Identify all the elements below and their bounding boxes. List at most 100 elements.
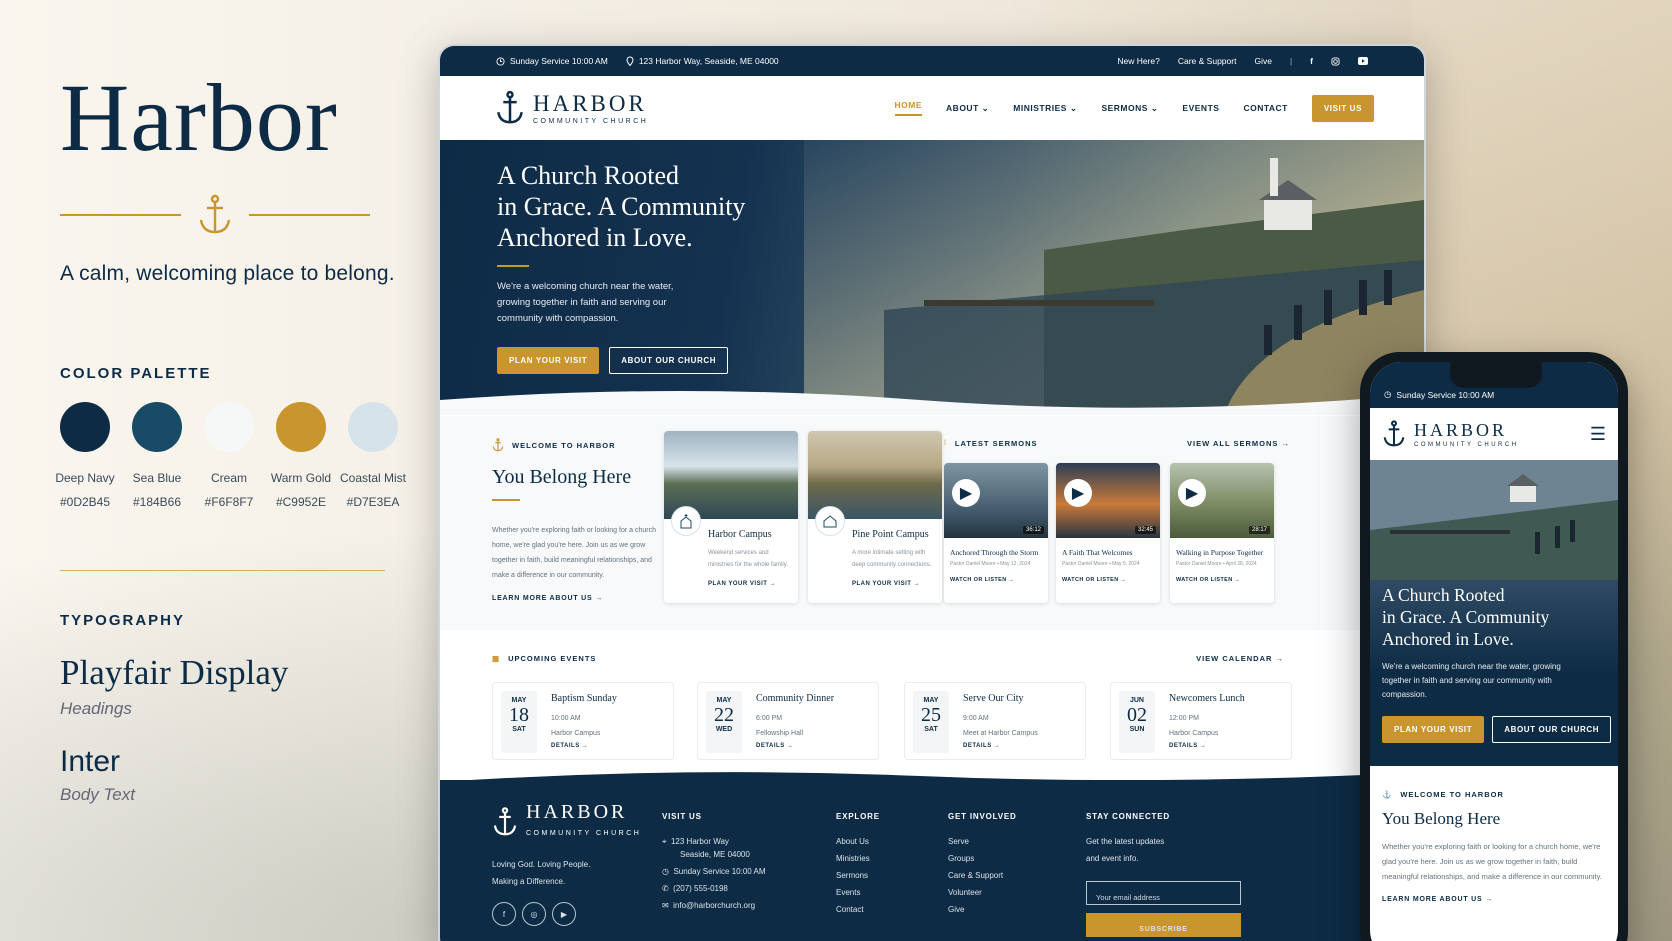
event-details-link[interactable]: DETAILS → — [1169, 743, 1206, 749]
watch-listen-link[interactable]: WATCH OR LISTEN → — [1056, 567, 1160, 583]
visit-us-button[interactable]: VISIT US — [1311, 94, 1374, 122]
campus-desc: A more intimate setting with deep commun… — [852, 550, 932, 568]
footer-email[interactable]: info@harborchurch.org — [673, 901, 755, 910]
phone-nav: HARBOR COMMUNITY CHURCH ☰ — [1370, 408, 1618, 460]
phone-service-time: Sunday Service 10:00 AM — [1396, 390, 1495, 400]
view-all-sermons-link[interactable]: VIEW ALL SERMONS → — [1187, 438, 1290, 448]
phone-logo[interactable]: HARBOR COMMUNITY CHURCH — [1382, 419, 1519, 449]
phone-hero-heading: A Church Rooted in Grace. A Community Anch… — [1382, 584, 1549, 650]
phone-notch — [1450, 362, 1542, 388]
footer-link[interactable]: Events — [836, 884, 880, 901]
nav-sermons[interactable]: SERMONS ⌄ — [1101, 103, 1158, 114]
play-icon[interactable]: ▶ — [1064, 479, 1092, 507]
main-nav: HARBOR COMMUNITY CHURCH HOME ABOUT ⌄ MINI… — [440, 76, 1424, 140]
calendar-icon: ▦ — [492, 654, 501, 663]
footer-motto-2: Making a Difference. — [492, 877, 566, 886]
footer-phone[interactable]: (207) 555-0198 — [673, 884, 728, 893]
instagram-icon[interactable] — [1331, 56, 1340, 66]
address: 123 Harbor Way, Seaside, ME 04000 — [638, 56, 779, 66]
phone-icon: ✆ — [662, 884, 669, 893]
footer-link[interactable]: Ministries — [836, 850, 880, 867]
swatch-hex: #F6F8F7 — [204, 495, 254, 509]
facebook-icon[interactable]: f — [492, 902, 516, 926]
event-card[interactable]: MAY 18 SAT Baptism Sunday 10:00 AM Harbor C… — [492, 682, 674, 760]
nav-home[interactable]: HOME — [894, 100, 923, 116]
nav-events[interactable]: EVENTS — [1182, 103, 1219, 113]
clock-icon — [496, 56, 505, 66]
anchor-divider — [60, 194, 370, 236]
footer-connect-text-1: Get the latest updates — [1086, 837, 1165, 846]
new-here-link[interactable]: New Here? — [1117, 56, 1160, 66]
watch-listen-link[interactable]: WATCH OR LISTEN → — [1170, 567, 1274, 583]
footer-involved-title: GET INVOLVED — [948, 812, 1017, 821]
event-month: JUN — [1129, 697, 1144, 704]
view-calendar-link[interactable]: VIEW CALENDAR → — [1196, 654, 1284, 663]
play-icon[interactable]: ▶ — [1178, 479, 1206, 507]
hamburger-menu-icon[interactable]: ☰ — [1590, 424, 1606, 445]
nav-about[interactable]: ABOUT ⌄ — [946, 103, 989, 114]
play-icon[interactable]: ▶ — [952, 479, 980, 507]
nav-ministries[interactable]: MINISTRIES ⌄ — [1013, 103, 1077, 114]
event-details-link[interactable]: DETAILS → — [551, 743, 588, 749]
site-logo[interactable]: HARBOR COMMUNITY CHURCH — [495, 89, 648, 127]
hero-body: We're a welcoming church near the water,… — [497, 281, 674, 324]
instagram-icon[interactable]: ◎ — [522, 902, 546, 926]
footer-link[interactable]: Serve — [948, 833, 1017, 850]
facebook-icon[interactable]: f — [1310, 56, 1313, 66]
email-input[interactable]: Your email address — [1086, 881, 1241, 905]
learn-more-link[interactable]: LEARN MORE ABOUT US → — [492, 595, 662, 602]
nav-contact[interactable]: CONTACT — [1243, 103, 1287, 113]
phone-about-church-button[interactable]: ABOUT OUR CHURCH — [1492, 716, 1612, 743]
nav-sermons-label: SERMONS — [1101, 102, 1148, 113]
footer-link[interactable]: Care & Support — [948, 867, 1017, 884]
nav-about-label: ABOUT — [946, 102, 979, 113]
swatch-sea-blue — [132, 402, 182, 452]
hero-heading-line-2: in Grace. A Community — [497, 192, 746, 221]
event-time: 9:00 AM — [963, 715, 989, 722]
sermon-card[interactable]: ▶ 28:17 Walking in Purpose Together Pasto… — [1170, 463, 1274, 603]
footer-link[interactable]: About Us — [836, 833, 880, 850]
event-card[interactable]: MAY 22 WED Community Dinner 6:00 PM Fellows… — [697, 682, 879, 760]
anchor-icon — [497, 90, 523, 124]
footer-link[interactable]: Sermons — [836, 867, 880, 884]
footer-connect: STAY CONNECTED Get the latest updates an… — [1086, 812, 1241, 937]
phone-hero-heading-line-1: A Church Rooted — [1382, 585, 1505, 605]
subscribe-button[interactable]: SUBSCRIBE — [1086, 913, 1241, 937]
about-church-button[interactable]: ABOUT OUR CHURCH — [609, 347, 729, 374]
body-font-name: Inter — [60, 745, 121, 778]
care-support-link[interactable]: Care & Support — [1178, 56, 1237, 66]
top-bar: Sunday Service 10:00 AM 123 Harbor Way, … — [440, 46, 1424, 76]
phone-welcome: ⚓ WELCOME TO HARBOR You Belong Here Wheth… — [1370, 766, 1618, 903]
plan-visit-button[interactable]: PLAN YOUR VISIT — [497, 347, 600, 374]
hero-heading-line-3: Anchored in Love. — [497, 223, 693, 252]
sermon-card[interactable]: ▶ 32:45 A Faith That Welcomes Pastor Dani… — [1056, 463, 1160, 603]
sermon-card[interactable]: ▶ 36:12 Anchored Through the Storm Pastor… — [944, 463, 1048, 603]
footer-link[interactable]: Volunteer — [948, 884, 1017, 901]
campus-link[interactable]: PLAN YOUR VISIT → — [852, 581, 920, 587]
footer-wave — [440, 772, 1424, 782]
phone-welcome-body: Whether you're exploring faith or lookin… — [1382, 842, 1602, 881]
event-details-link[interactable]: DETAILS → — [756, 743, 793, 749]
sermon-title: Walking in Purpose Together — [1176, 548, 1264, 557]
event-weekday: SAT — [924, 726, 938, 733]
footer-link[interactable]: Contact — [836, 901, 880, 918]
phone-learn-more-link[interactable]: LEARN MORE ABOUT US → — [1382, 896, 1606, 903]
logo-subtitle: COMMUNITY CHURCH — [533, 117, 649, 125]
event-card[interactable]: JUN 02 SUN Newcomers Lunch 12:00 PM Harbor … — [1110, 682, 1292, 760]
event-card[interactable]: MAY 25 SAT Serve Our City 9:00 AM Meet at H… — [904, 682, 1086, 760]
campus-card[interactable]: Pine Point Campus A more intimate settin… — [808, 431, 942, 603]
footer-link[interactable]: Give — [948, 901, 1017, 918]
youtube-icon[interactable]: ▶ — [552, 902, 576, 926]
audio-wave-icon: ⫶ — [944, 438, 947, 447]
give-link[interactable]: Give — [1254, 56, 1271, 66]
footer-address-2: Seaside, ME 04000 — [680, 850, 750, 859]
watch-listen-link[interactable]: WATCH OR LISTEN → — [944, 567, 1048, 583]
campus-card[interactable]: Harbor Campus Weekend services and minis… — [664, 431, 798, 603]
footer-connect-title: STAY CONNECTED — [1086, 812, 1170, 821]
phone-plan-visit-button[interactable]: PLAN YOUR VISIT — [1382, 716, 1485, 743]
campus-name: Harbor Campus — [708, 529, 772, 540]
campus-link[interactable]: PLAN YOUR VISIT → — [708, 581, 776, 587]
youtube-icon[interactable] — [1358, 57, 1368, 65]
event-details-link[interactable]: DETAILS → — [963, 743, 1000, 749]
footer-link[interactable]: Groups — [948, 850, 1017, 867]
